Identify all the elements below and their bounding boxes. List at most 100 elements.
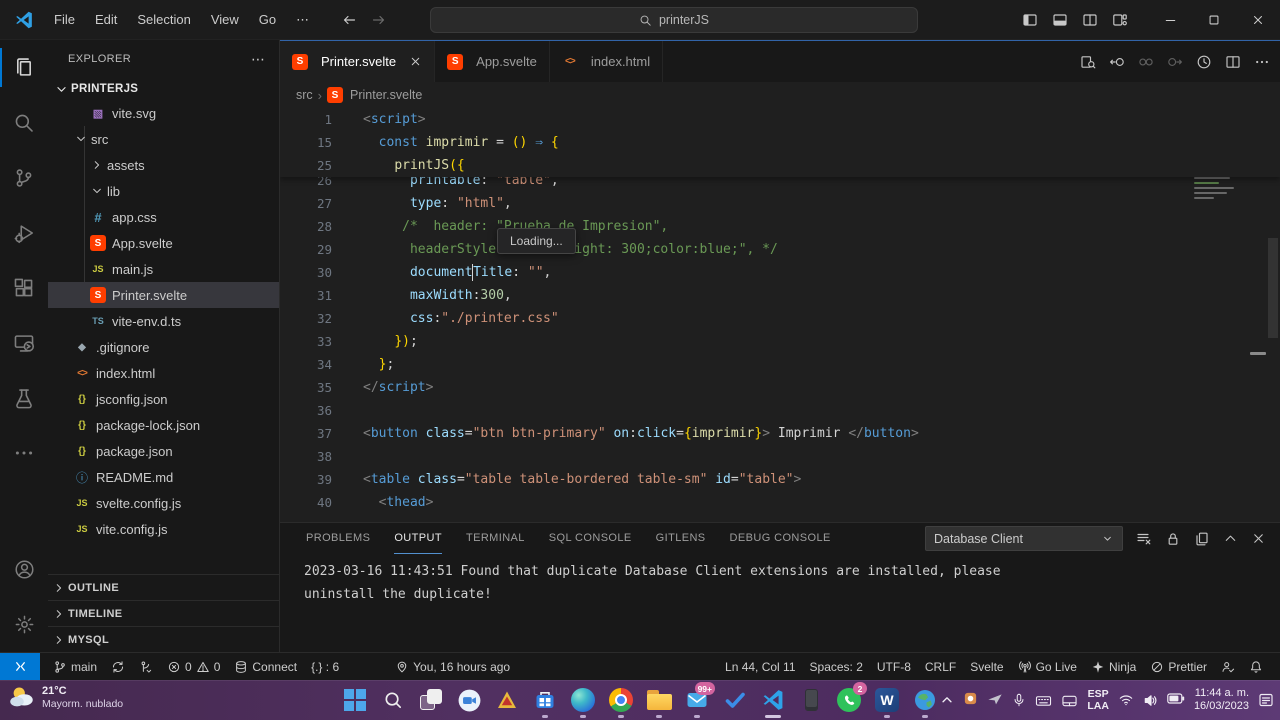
file-item-.gitignore[interactable]: ◆ .gitignore — [48, 334, 279, 360]
code-line-33[interactable]: 33 }); — [280, 330, 1280, 353]
maximize-panel-icon[interactable] — [1223, 531, 1238, 546]
project-root-folder[interactable]: PRINTERJS — [48, 78, 279, 100]
command-center-search[interactable]: printerJS — [430, 7, 918, 33]
compare-changes-icon[interactable] — [1138, 54, 1154, 70]
file-item-readme.md[interactable]: ⓘ README.md — [48, 464, 279, 490]
status-blame[interactable]: You, 16 hours ago — [388, 656, 517, 678]
split-editor-icon[interactable] — [1225, 54, 1241, 70]
panel-tab-problems[interactable]: PROBLEMS — [306, 523, 370, 554]
code-line-36[interactable]: 36 — [280, 399, 1280, 422]
section-timeline[interactable]: TIMELINE — [48, 600, 279, 626]
open-output-in-editor-icon[interactable] — [1194, 531, 1210, 547]
code-line-39[interactable]: 39 <table class="table table-bordered tab… — [280, 468, 1280, 491]
taskbar-phone-link-icon[interactable] — [792, 680, 830, 720]
menu-file[interactable]: File — [44, 7, 85, 32]
lock-scroll-icon[interactable] — [1165, 531, 1181, 547]
close-button[interactable] — [1236, 0, 1280, 40]
language-indicator[interactable]: ESP LAA — [1087, 688, 1109, 712]
taskbar-vscode-icon[interactable] — [754, 680, 792, 720]
split-layout-icon[interactable] — [1082, 12, 1098, 28]
next-change-icon[interactable] — [1167, 54, 1183, 70]
minimap-slider[interactable] — [1250, 352, 1266, 355]
activity-more-views[interactable] — [0, 425, 48, 480]
nav-forward-icon[interactable] — [371, 12, 387, 28]
nav-back-icon[interactable] — [341, 12, 357, 28]
file-item-lib[interactable]: lib — [48, 178, 279, 204]
file-item-vite.svg[interactable]: ▧ vite.svg — [48, 100, 279, 126]
taskbar-whatsapp-icon[interactable]: 2 — [830, 680, 868, 720]
activity-testing[interactable] — [0, 370, 48, 425]
taskbar-chrome-icon[interactable] — [602, 680, 640, 720]
panel-tab-gitlens[interactable]: GITLENS — [656, 523, 706, 554]
more-actions-icon[interactable] — [1254, 54, 1270, 70]
code-line-25[interactable]: 25 printJS({ — [280, 154, 1280, 177]
code-line-35[interactable]: 35 </script> — [280, 376, 1280, 399]
activity-remote-explorer[interactable] — [0, 315, 48, 370]
tray-chevron-up-icon[interactable] — [940, 693, 954, 707]
taskbar-start-icon[interactable] — [336, 680, 374, 720]
code-line-38[interactable]: 38 — [280, 445, 1280, 468]
clear-output-icon[interactable] — [1136, 531, 1152, 547]
code-line-15[interactable]: 15 const imprimir = () ⇒ { — [280, 131, 1280, 154]
minimize-button[interactable] — [1148, 0, 1192, 40]
file-item-main.js[interactable]: JS main.js — [48, 256, 279, 282]
taskbar-search-taskbar-icon[interactable] — [374, 680, 412, 720]
taskbar-triangle-app-icon[interactable] — [488, 680, 526, 720]
file-item-vite-env.d.ts[interactable]: TS vite-env.d.ts — [48, 308, 279, 334]
status-db-connect[interactable]: Connect — [227, 656, 304, 678]
close-panel-icon[interactable] — [1251, 531, 1266, 546]
weather-widget[interactable]: 21°C Mayorm. nublado — [8, 683, 123, 713]
status-prettier[interactable]: Prettier — [1143, 656, 1214, 678]
status-sync[interactable] — [104, 656, 132, 678]
activity-search[interactable] — [0, 95, 48, 150]
code-line-34[interactable]: 34 }; — [280, 353, 1280, 376]
status-ninja[interactable]: Ninja — [1084, 656, 1143, 678]
toggle-sidebar-icon[interactable] — [1022, 12, 1038, 28]
activity-source-control[interactable] — [0, 150, 48, 205]
activity-extensions[interactable] — [0, 260, 48, 315]
status-language-mode[interactable]: Svelte — [963, 656, 1010, 678]
taskbar-task-view-icon[interactable] — [412, 680, 450, 720]
taskbar-edge-icon[interactable] — [564, 680, 602, 720]
status-problems[interactable]: 00 — [160, 656, 227, 678]
tray-touchpad-icon[interactable] — [1061, 693, 1078, 708]
taskbar-clock[interactable]: 11:44 a. m. 16/03/2023 — [1194, 687, 1249, 713]
status-gitlens[interactable] — [132, 656, 160, 678]
menu-selection[interactable]: Selection — [127, 7, 200, 32]
status-indentation[interactable]: Spaces: 2 — [803, 656, 870, 678]
customize-layout-icon[interactable] — [1112, 12, 1128, 28]
activity-accounts[interactable] — [0, 542, 48, 597]
code-line-30[interactable]: 30 documentTitle: "", — [280, 261, 1280, 284]
status-notifications[interactable] — [1242, 656, 1270, 678]
status-feedback[interactable] — [1214, 656, 1242, 678]
file-item-vite.config.js[interactable]: JS vite.config.js — [48, 516, 279, 542]
menu-view[interactable]: View — [201, 7, 249, 32]
file-item-package.json[interactable]: {} package.json — [48, 438, 279, 464]
status-encoding[interactable]: UTF-8 — [870, 656, 918, 678]
file-item-assets[interactable]: assets — [48, 152, 279, 178]
tray-battery-icon[interactable] — [1167, 692, 1185, 708]
code-line-29[interactable]: 29 headerStyle: "font-weight: 300;color:… — [280, 238, 1280, 261]
taskbar-file-explorer-icon[interactable] — [640, 680, 678, 720]
code-line-37[interactable]: 37 <button class="btn btn-primary" on:cli… — [280, 422, 1280, 445]
tab-app.svelte[interactable]: S App.svelte — [435, 41, 550, 82]
tray-keyboard-icon[interactable] — [1035, 693, 1052, 708]
status-branch[interactable]: main — [46, 656, 104, 678]
panel-tab-sql-console[interactable]: SQL CONSOLE — [549, 523, 632, 554]
menu-more[interactable]: ⋯ — [286, 7, 319, 33]
code-line-40[interactable]: 40 <thead> — [280, 491, 1280, 514]
breadcrumb-folder[interactable]: src — [296, 88, 313, 102]
code-line-28[interactable]: 28 /* header: "Prueba de Impresion", — [280, 215, 1280, 238]
file-item-package-lock.json[interactable]: {} package-lock.json — [48, 412, 279, 438]
code-line-27[interactable]: 27 type: "html", — [280, 192, 1280, 215]
tray-wifi-icon[interactable] — [1118, 693, 1134, 707]
tray-app-icon[interactable] — [963, 691, 978, 709]
previous-change-icon[interactable] — [1109, 54, 1125, 70]
taskbar-chat-icon[interactable] — [450, 680, 488, 720]
notification-center-icon[interactable] — [1258, 692, 1274, 708]
panel-tab-terminal[interactable]: TERMINAL — [466, 523, 525, 554]
taskbar-mail-icon[interactable]: 99+ — [678, 680, 716, 720]
code-line-32[interactable]: 32 css:"./printer.css" — [280, 307, 1280, 330]
taskbar-earth-app-icon[interactable] — [906, 680, 944, 720]
file-item-jsconfig.json[interactable]: {} jsconfig.json — [48, 386, 279, 412]
